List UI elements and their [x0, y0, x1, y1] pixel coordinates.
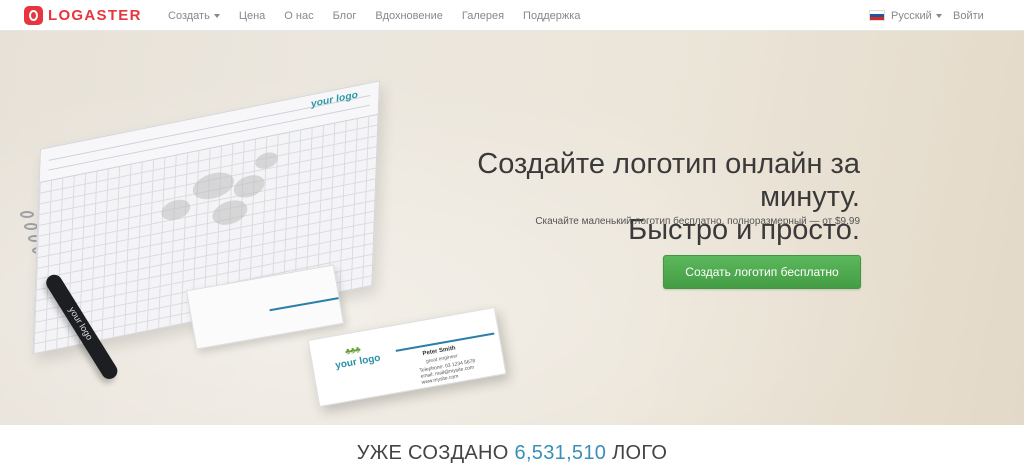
card-logo-text: your logo: [334, 352, 382, 372]
nav-item-create[interactable]: Создать: [168, 10, 220, 22]
login-link[interactable]: Войти: [953, 0, 984, 31]
language-label: Русский: [891, 9, 932, 22]
nav-item-support[interactable]: Поддержка: [523, 10, 580, 22]
create-logo-button[interactable]: Создать логотип бесплатно: [663, 255, 861, 289]
russia-flag-icon: [869, 10, 885, 21]
hero-subline: Скачайте маленький логотип бесплатно, по…: [535, 216, 860, 227]
nav-item-label: Вдохновение: [375, 9, 443, 22]
nav-item-about[interactable]: О нас: [284, 10, 313, 22]
leaves-logo-icon: ♣♣♣: [344, 344, 361, 357]
hero-banner: your logo your logo ♣♣♣ your logo Peter …: [0, 31, 1024, 425]
top-navbar: LOGASTER Создать Цена О нас Блог Вдохнов…: [0, 0, 1024, 31]
nav-item-label: Цена: [238, 9, 266, 22]
nav-item-price[interactable]: Цена: [239, 10, 265, 22]
login-label: Войти: [953, 9, 984, 22]
caret-down-icon: [213, 13, 220, 18]
counter-value: 6,531,510: [514, 442, 607, 464]
language-selector[interactable]: Русский: [869, 0, 942, 31]
nav-item-label: Поддержка: [523, 9, 581, 22]
logaster-logo-icon: [24, 5, 43, 25]
nav-item-label: О нас: [284, 9, 314, 22]
caret-down-icon: [935, 13, 942, 18]
main-nav: Создать Цена О нас Блог Вдохновение Гале…: [168, 0, 599, 31]
counter-prefix: УЖЕ СОЗДАНО: [356, 442, 509, 464]
nav-item-label: Блог: [332, 9, 357, 22]
brand-name: LOGASTER: [48, 6, 142, 24]
notebook-logo-text: your logo: [310, 89, 359, 110]
nav-item-gallery[interactable]: Галерея: [462, 10, 504, 22]
nav-item-inspiration[interactable]: Вдохновение: [375, 10, 443, 22]
headline-line-1: Создайте логотип онлайн за минуту.: [477, 148, 860, 213]
logo-counter: УЖЕ СОЗДАНО 6,531,510 ЛОГО: [0, 442, 1024, 465]
nav-item-blog[interactable]: Блог: [333, 10, 357, 22]
nav-item-label: Галерея: [461, 9, 505, 22]
counter-suffix: ЛОГО: [612, 442, 668, 464]
nav-item-label: Создать: [168, 9, 210, 22]
brand-logo[interactable]: LOGASTER: [24, 5, 142, 25]
hero-headline: Создайте логотип онлайн за минуту. Быстр…: [376, 148, 860, 247]
